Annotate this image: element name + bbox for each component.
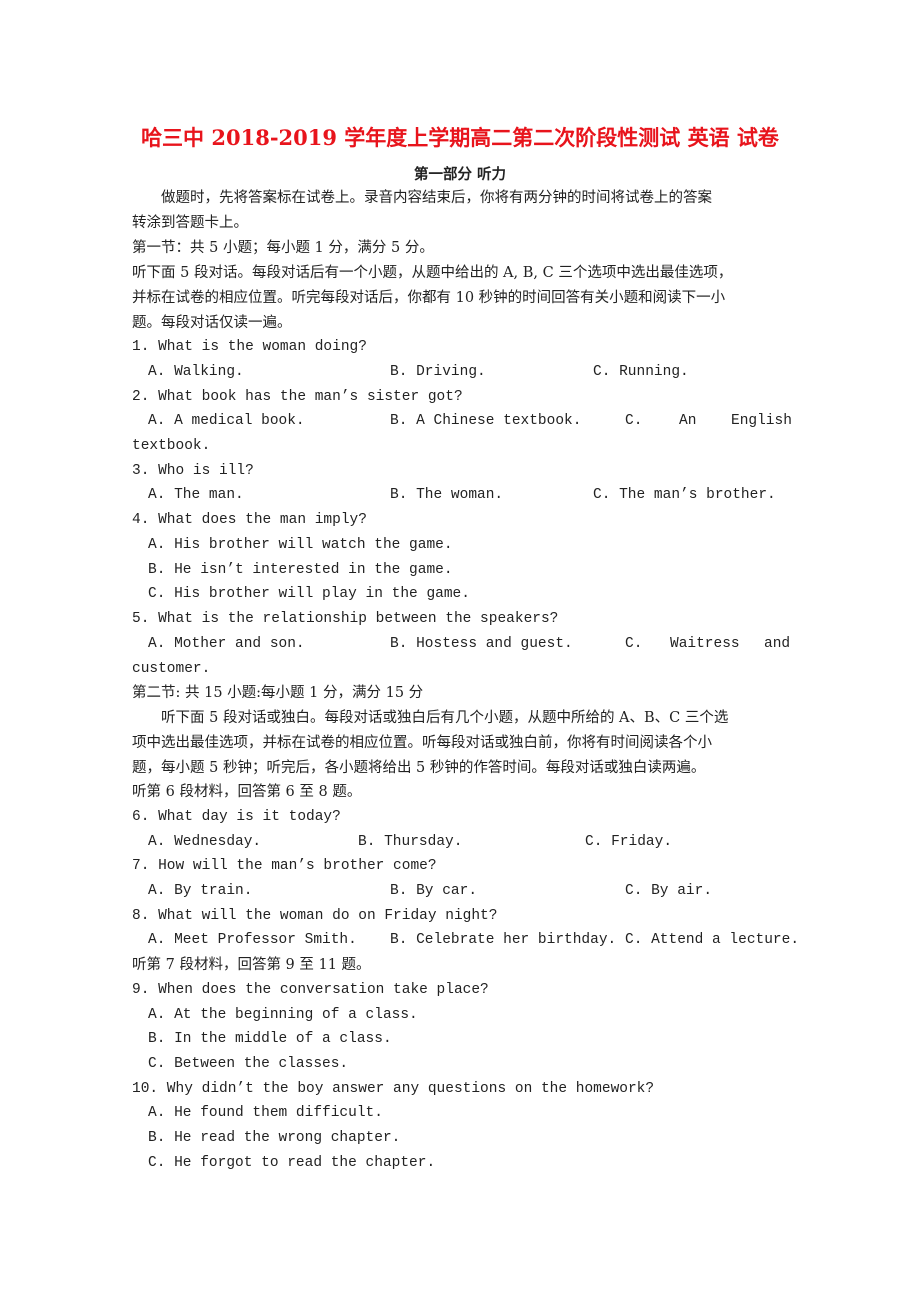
- q8-option-b: B. Celebrate her birthday.: [390, 932, 617, 948]
- question-8: 8. What will the woman do on Friday nigh…: [132, 908, 498, 924]
- q6-option-a: A. Wednesday.: [148, 834, 262, 850]
- question-6: 6. What day is it today?: [132, 809, 341, 825]
- q10-option-a: A. He found them difficult.: [148, 1105, 383, 1121]
- q2-option-c-word1: An: [679, 413, 697, 429]
- question-4: 4. What does the man imply?: [132, 512, 367, 528]
- section2-instr-2: 项中选出最佳选项，并标在试卷的相应位置。听每段对话或独白前，你将有时间阅读各个小: [132, 735, 712, 751]
- exam-title: 哈三中 2018-2019 学年度上学期高二第二次阶段性测试 英语 试卷: [141, 125, 779, 150]
- material-7-note: 听第 7 段材料，回答第 9 至 11 题。: [132, 957, 371, 973]
- section1-heading: 第一节：共 5 小题；每小题 1 分，满分 5 分。: [132, 240, 434, 256]
- q1-option-a: A. Walking.: [148, 364, 244, 380]
- q5-option-c-label: C.: [625, 636, 643, 652]
- question-10: 10. Why didn’t the boy answer any questi…: [132, 1081, 655, 1097]
- q7-option-c: C. By air.: [625, 883, 713, 899]
- q9-option-b: B. In the middle of a class.: [148, 1031, 392, 1047]
- q5-option-b: B. Hostess and guest.: [390, 636, 573, 652]
- section1-instr-1: 听下面 5 段对话。每段对话后有一个小题，从题中给出的 A, B, C 三个选项…: [132, 265, 733, 281]
- q6-option-b: B. Thursday.: [358, 834, 463, 850]
- question-2: 2. What book has the man’s sister got?: [132, 389, 463, 405]
- question-3: 3. Who is ill?: [132, 463, 254, 479]
- material-6-note: 听第 6 段材料，回答第 6 至 8 题。: [132, 784, 362, 800]
- q2-option-c-label: C.: [625, 413, 643, 429]
- q3-option-b: B. The woman.: [390, 487, 504, 503]
- q2-option-c-word2: English: [731, 413, 792, 429]
- q4-option-c: C. His brother will play in the game.: [148, 586, 470, 602]
- q2-option-b: B. A Chinese textbook.: [390, 413, 582, 429]
- q7-option-a: A. By train.: [148, 883, 253, 899]
- section1-instr-2: 并标在试卷的相应位置。听完每段对话后，你都有 10 秒钟的时间回答有关小题和阅读…: [132, 290, 726, 306]
- q3-option-c: C. The man’s brother.: [593, 487, 776, 503]
- q7-option-b: B. By car.: [390, 883, 478, 899]
- q4-option-b: B. He isn’t interested in the game.: [148, 562, 453, 578]
- q8-option-a: A. Meet Professor Smith.: [148, 932, 357, 948]
- section1-instr-3: 题。每段对话仅读一遍。: [132, 315, 292, 331]
- q5-option-c-cont: customer.: [132, 661, 211, 677]
- question-5: 5. What is the relationship between the …: [132, 611, 559, 627]
- q10-option-c: C. He forgot to read the chapter.: [148, 1155, 436, 1171]
- q1-option-c: C. Running.: [593, 364, 689, 380]
- q8-option-c: C. Attend a lecture.: [625, 932, 800, 948]
- q1-option-b: B. Driving.: [390, 364, 486, 380]
- q5-option-a: A. Mother and son.: [148, 636, 305, 652]
- q5-option-c-word2: and: [764, 636, 791, 652]
- intro-line-2: 转涂到答题卡上。: [132, 215, 248, 231]
- q2-option-c-cont: textbook.: [132, 438, 211, 454]
- q2-option-a: A. A medical book.: [148, 413, 305, 429]
- q9-option-a: A. At the beginning of a class.: [148, 1007, 418, 1023]
- q10-option-b: B. He read the wrong chapter.: [148, 1130, 401, 1146]
- q9-option-c: C. Between the classes.: [148, 1056, 349, 1072]
- q3-option-a: A. The man.: [148, 487, 244, 503]
- section2-heading: 第二节: 共 15 小题:每小题 1 分，满分 15 分: [132, 685, 424, 701]
- q4-option-a: A. His brother will watch the game.: [148, 537, 453, 553]
- intro-line-1: 做题时，先将答案标在试卷上。录音内容结束后，你将有两分钟的时间将试卷上的答案: [132, 190, 712, 206]
- q5-option-c-word1: Waitress: [670, 636, 740, 652]
- question-7: 7. How will the man’s brother come?: [132, 858, 437, 874]
- question-1: 1. What is the woman doing?: [132, 339, 367, 355]
- section2-instr-3: 题，每小题 5 秒钟；听完后，各小题将给出 5 秒钟的作答时间。每段对话或独白读…: [132, 760, 706, 776]
- part-heading: 第一部分 听力: [413, 166, 507, 183]
- q6-option-c: C. Friday.: [585, 834, 673, 850]
- section2-instr-1: 听下面 5 段对话或独白。每段对话或独白后有几个小题，从题中所给的 A、B、C …: [132, 710, 729, 726]
- question-9: 9. When does the conversation take place…: [132, 982, 489, 998]
